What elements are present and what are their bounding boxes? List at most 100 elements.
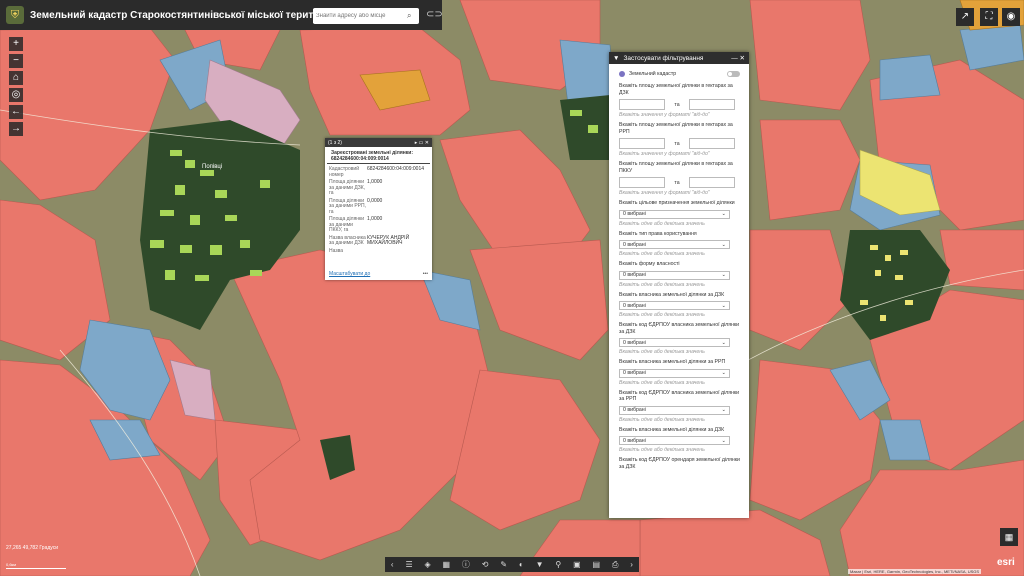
multi-select[interactable]: 0 вибрані ⌄	[619, 338, 730, 347]
widget-toolbar: ‹ ☰ ◈ ▦ ⓘ ⟲ ✎ ◐ ▼ ⚲ ▣ ▤ ⎙ ›	[385, 557, 639, 572]
map-canvas[interactable]: Попівці	[0, 0, 1024, 576]
select-hint: Вкажіть одне або декілька значень	[619, 447, 705, 453]
coordinate-readout: 27,265 49,782 Градуси	[6, 545, 59, 551]
select-hint: Вкажіть одне або декілька значень	[619, 312, 705, 318]
select-label: Вкажіть власника земельної ділянки за ДЗ…	[619, 291, 725, 298]
range-label: Вкажіть площу земельної ділянки в гектар…	[619, 83, 733, 96]
home-icon[interactable]: ⌂	[9, 71, 23, 85]
bookmark-icon[interactable]: ⟲	[482, 560, 489, 569]
range-row: та	[619, 99, 740, 110]
select-hint: Вкажіть одне або декілька значень	[619, 416, 705, 423]
range-to-input[interactable]	[689, 99, 735, 110]
zoom-out-button[interactable]: −	[9, 54, 23, 68]
esri-logo: esri	[997, 557, 1015, 568]
filter-panel-header: ▼ Застосувати фільтрування — ✕	[609, 52, 749, 64]
filter-panel-title: Застосувати фільтрування	[623, 54, 704, 62]
range-hint: Вкажіть значення у форматі "від-до"	[619, 190, 710, 196]
select-label: Вкажіть цільове призначення земельної ді…	[619, 200, 735, 206]
multi-select[interactable]: 0 вибрані ⌄	[619, 436, 730, 445]
multi-select[interactable]: 0 вибрані ⌄	[619, 270, 730, 280]
range-row: та	[619, 177, 740, 188]
next-icon[interactable]: ▸	[415, 140, 418, 146]
range-from-input[interactable]	[619, 99, 665, 110]
zoom-to-link[interactable]: Масштабувати до	[329, 271, 370, 277]
select-label: Вкажіть тип права користування	[619, 230, 697, 237]
layer-row: Земельний кадастр	[619, 71, 740, 77]
share-icon[interactable]: ↗	[956, 8, 974, 26]
select-icon[interactable]: ▣	[573, 560, 581, 569]
chevron-down-icon: ⌄	[721, 407, 726, 413]
select-label: Вкажіть власника земельної ділянки за ДЗ…	[619, 426, 725, 433]
minimize-icon[interactable]: —	[731, 55, 738, 62]
search-icon[interactable]: ⌕	[407, 11, 411, 21]
chevron-down-icon: ⌄	[721, 437, 726, 444]
filter-icon: ▼	[613, 54, 620, 62]
locate-icon[interactable]: ◎	[9, 88, 23, 102]
range-to-input[interactable]	[689, 138, 735, 149]
layer-color-icon	[619, 71, 625, 77]
chevron-down-icon: ⌄	[721, 339, 726, 346]
back-arrow-icon[interactable]: ←	[9, 105, 23, 119]
range-to-input[interactable]	[689, 177, 735, 188]
layers-icon[interactable]: ◈	[424, 560, 430, 569]
more-icon[interactable]: •••	[423, 271, 428, 277]
basemap-gallery-icon[interactable]: ▦	[443, 560, 451, 569]
range-from-input[interactable]	[619, 177, 665, 188]
filter-panel: ▼ Застосувати фільтрування — ✕ Земельний…	[609, 52, 749, 518]
query-icon[interactable]: ⚲	[555, 560, 561, 569]
layer-toggle[interactable]	[727, 71, 740, 77]
scale-bar: 0,6км	[6, 562, 66, 569]
popup-header: (1 з 2) ▸ ▭ ✕	[325, 138, 432, 147]
feature-popup[interactable]: (1 з 2) ▸ ▭ ✕ Зареєстровані земельні діл…	[325, 138, 432, 280]
save-icon[interactable]: ▤	[593, 560, 601, 569]
eye-icon[interactable]: ◉	[1002, 8, 1020, 26]
close-icon[interactable]: ✕	[740, 54, 745, 62]
range-hint: Вкажіть значення у форматі "від-до"	[619, 151, 710, 157]
info-icon[interactable]: ⓘ	[462, 559, 470, 570]
search-input[interactable]	[313, 9, 407, 23]
range-row: та	[619, 138, 740, 149]
chevron-right-icon[interactable]: ›	[630, 560, 633, 569]
chevron-down-icon: ⌄	[721, 370, 726, 376]
close-icon[interactable]: ✕	[425, 140, 429, 146]
popup-attributes: Кадастровий номер 6824284600:04:009:0014 …	[329, 166, 428, 255]
chevron-down-icon: ⌄	[721, 272, 726, 278]
popup-title: Зареєстровані земельні ділянки: 68242846…	[327, 147, 430, 164]
search-box[interactable]: ⌕	[313, 8, 419, 24]
range-from-input[interactable]	[619, 138, 665, 149]
forward-arrow-icon[interactable]: →	[9, 122, 23, 136]
select-label: Вкажіть форму власності	[619, 261, 680, 267]
print-icon[interactable]: ⎙	[612, 560, 618, 570]
measure-icon[interactable]: ✎	[500, 560, 507, 569]
map-controls: + − ⌂ ◎ ← →	[9, 37, 23, 136]
table-row: Площа ділянки за даними ПККУ, га 1,0000	[329, 216, 383, 233]
select-label: Вкажіть код ЄДРПОУ власника земельної ді…	[619, 389, 740, 403]
legend-icon[interactable]: ☰	[405, 560, 412, 569]
zoom-in-button[interactable]: +	[9, 37, 23, 51]
multi-select[interactable]: 0 вибрані ⌄	[619, 405, 730, 415]
chevron-down-icon: ⌄	[721, 211, 726, 217]
multi-select[interactable]: 0 вибрані ⌄	[619, 368, 730, 378]
select-label: Вкажіть код ЄДРПОУ власника земельної ді…	[619, 322, 740, 335]
swipe-icon[interactable]: ◐	[519, 560, 524, 569]
multi-select[interactable]: 0 вибрані ⌄	[619, 209, 730, 219]
select-hint: Вкажіть одне або декілька значень	[619, 349, 705, 355]
table-row: Площа ділянки за даними РРП, га 0,0000	[329, 197, 383, 215]
table-row: Назва власника за даними ДЗК КУЧЕРУК АНДР…	[329, 234, 410, 246]
multi-select[interactable]: 0 вибрані ⌄	[619, 240, 730, 249]
chevron-left-icon[interactable]: ‹	[391, 560, 394, 569]
select-hint: Вкажіть одне або декілька значень	[619, 379, 705, 386]
chevron-down-icon: ⌄	[721, 241, 726, 248]
table-row: Кадастровий номер 6824284600:04:009:0014	[329, 166, 425, 178]
multi-select[interactable]: 0 вибрані ⌄	[619, 301, 730, 310]
attribute-table-icon[interactable]: ▦	[1000, 528, 1018, 546]
chevron-down-icon: ⌄	[721, 302, 726, 309]
link-icon[interactable]: ⊂⊃	[426, 9, 443, 20]
layer-name: Земельний кадастр	[629, 71, 677, 77]
range-label: Вкажіть площу земельної ділянки в гектар…	[619, 122, 733, 135]
fullscreen-icon[interactable]: ⛶	[980, 8, 998, 26]
filter-icon[interactable]: ▼	[536, 560, 544, 569]
select-hint: Вкажіть одне або декілька значень	[619, 220, 705, 227]
select-label: Вкажіть код ЄДРПОУ орендаря земельної ді…	[619, 457, 740, 470]
dock-icon[interactable]: ▭	[419, 140, 424, 146]
